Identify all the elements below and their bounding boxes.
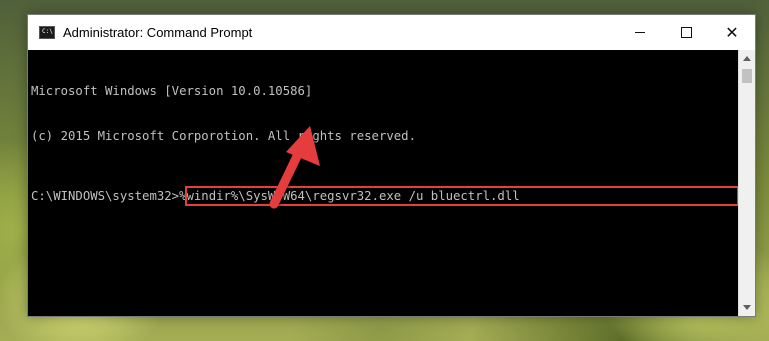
- scroll-up-button[interactable]: [739, 50, 755, 67]
- copyright-line: (c) 2015 Microsoft Corporotion. All righ…: [31, 129, 416, 143]
- minimize-button[interactable]: [617, 15, 663, 50]
- version-line: Microsoft Windows [Version 10.0.10586]: [31, 84, 313, 98]
- window-title: Administrator: Command Prompt: [63, 25, 253, 40]
- command-line[interactable]: C:\WINDOWS\system32>%windir%\SysWoW64\re…: [31, 186, 739, 206]
- vertical-scrollbar[interactable]: [738, 50, 755, 316]
- minimize-icon: [635, 32, 645, 33]
- cmd-icon-label: C:\: [42, 28, 53, 35]
- close-button[interactable]: ✕: [709, 15, 755, 50]
- chevron-up-icon: [743, 56, 751, 61]
- scroll-down-button[interactable]: [739, 299, 755, 316]
- prompt-text: C:\WINDOWS\system32>: [31, 189, 180, 203]
- scrollbar-thumb[interactable]: [742, 69, 752, 83]
- chevron-down-icon: [743, 305, 751, 310]
- close-icon: ✕: [725, 22, 739, 42]
- command-prompt-window[interactable]: C:\ Administrator: Command Prompt ✕ Micr…: [27, 14, 756, 317]
- maximize-button[interactable]: [663, 15, 709, 50]
- title-bar[interactable]: C:\ Administrator: Command Prompt ✕: [28, 15, 755, 50]
- maximize-icon: [680, 27, 692, 38]
- pointer-arrow-icon: [269, 126, 320, 209]
- window-controls: ✕: [617, 15, 755, 50]
- console-output[interactable]: Microsoft Windows [Version 10.0.10586] (…: [28, 50, 739, 316]
- cmd-icon: C:\: [39, 26, 55, 39]
